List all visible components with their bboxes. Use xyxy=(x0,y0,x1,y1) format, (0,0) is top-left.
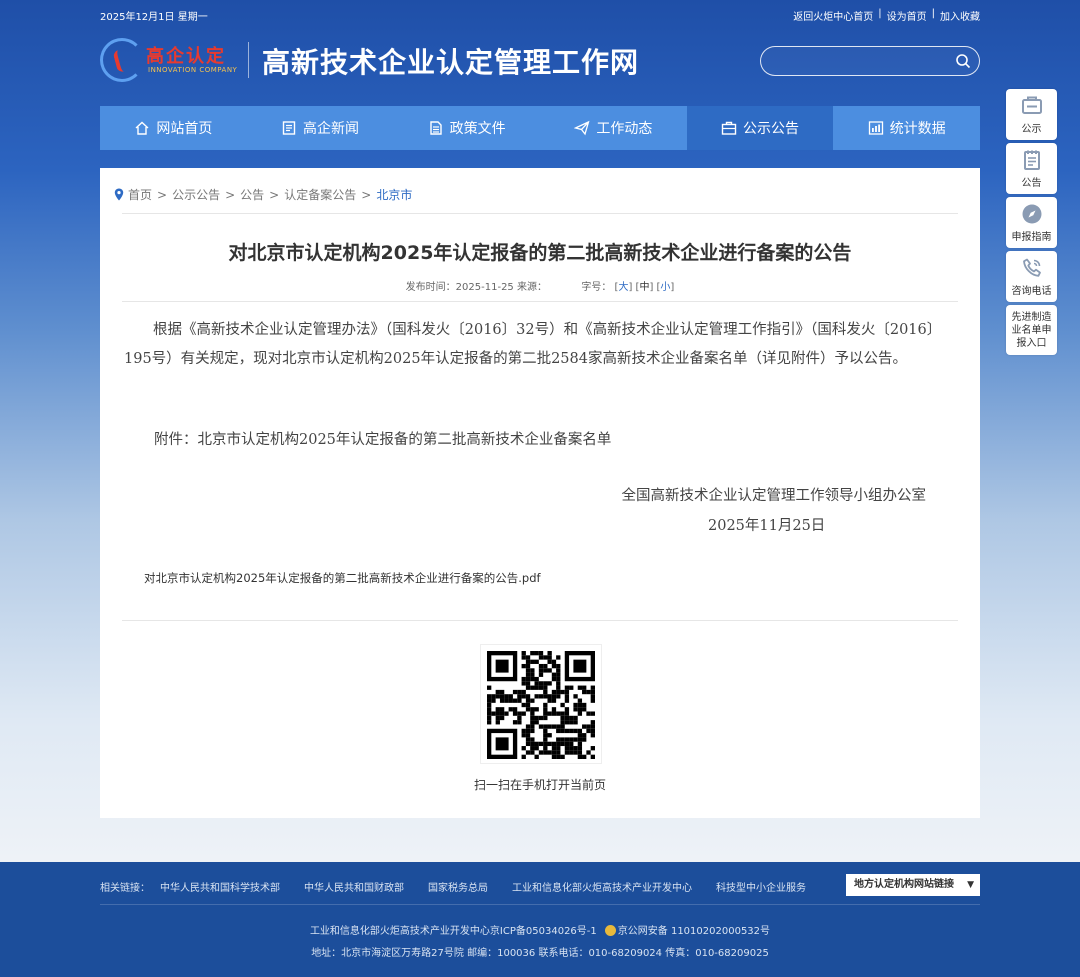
meta-date: 2025-11-25 xyxy=(455,282,514,293)
footer-link-tax[interactable]: 国家税务总局 xyxy=(428,879,488,894)
footer-links-label: 相关链接： xyxy=(100,883,150,894)
attachment-pdf-link[interactable]: 对北京市认定机构2025年认定报备的第二批高新技术企业进行备案的公告.pdf xyxy=(144,570,541,586)
side-btn-hotline-label: 咨询电话 xyxy=(1011,286,1052,297)
meta-date-label: 发布时间： xyxy=(405,282,456,293)
nav-home-label: 网站首页 xyxy=(156,121,213,137)
side-btn-hotline[interactable]: 咨询电话 xyxy=(1006,251,1057,302)
top-links: 返回火炬中心首页 | 设为首页 | 加入收藏 xyxy=(793,8,980,23)
logo-brand-cn: 高企认定 xyxy=(146,46,226,67)
breadcrumb-home[interactable]: 首页 xyxy=(128,186,152,203)
side-btn-publicity[interactable]: 公示 xyxy=(1006,89,1057,140)
side-btn-publicity-label: 公示 xyxy=(1021,124,1042,135)
qr-code-icon xyxy=(487,651,595,759)
nav-work-updates[interactable]: 工作动态 xyxy=(540,106,687,150)
site-logo[interactable]: 高企认定 INNOVATION COMPANY 高新技术企业认定管理工作网 xyxy=(100,38,660,84)
phone-icon xyxy=(1022,258,1041,277)
meta-size-label: 字号： xyxy=(581,282,612,293)
article-paragraph: 根据《高新技术企业认定管理办法》（国科发火〔2016〕32号）和《高新技术企业认… xyxy=(124,322,942,367)
icp-record[interactable]: 工业和信息化部火炬高技术产业开发中心京ICP备05034026号-1 xyxy=(310,926,597,937)
search-box xyxy=(760,46,980,76)
title-divider xyxy=(122,301,958,302)
breadcrumb-divider xyxy=(122,213,958,214)
article-meta: 发布时间：2025-11-25 来源： 字号： [大] [中] [小] xyxy=(405,282,675,293)
document-icon xyxy=(429,121,442,135)
article-body: 根据《高新技术企业认定管理办法》（国科发火〔2016〕32号）和《高新技术企业认… xyxy=(124,316,954,374)
local-agency-links-dropdown[interactable]: 地方认定机构网站链接 xyxy=(846,874,980,896)
article-attachment-line: 附件：北京市认定机构2025年认定报备的第二批高新技术企业备案名单 xyxy=(154,432,612,448)
site-name: 高新技术企业认定管理工作网 xyxy=(262,46,640,79)
chart-icon xyxy=(868,121,883,135)
qr-code xyxy=(480,644,602,764)
side-toolbar: 公示 公告 申报指南 咨询电话 先进制造业名单申报入口 xyxy=(1006,89,1057,358)
font-size-medium[interactable]: 中 xyxy=(639,282,649,293)
logo-divider xyxy=(248,42,249,78)
footer-links: 相关链接： 中华人民共和国科学技术部 中华人民共和国财政部 国家税务总局 工业和… xyxy=(100,879,830,894)
search-input[interactable] xyxy=(775,52,945,72)
news-icon xyxy=(282,121,296,135)
side-btn-notice[interactable]: 公告 xyxy=(1006,143,1057,194)
article-panel: 首页 > 公示公告 > 公告 > 认定备案公告 > 北京市 对北京市认定机构20… xyxy=(100,168,980,818)
footer-divider xyxy=(100,904,980,905)
nav-news[interactable]: 高企新闻 xyxy=(247,106,394,150)
footer-link-sme[interactable]: 科技型中小企业服务 xyxy=(716,879,806,894)
link-set-homepage[interactable]: 设为首页 xyxy=(887,8,927,23)
article-title: 对北京市认定机构2025年认定报备的第二批高新技术企业进行备案的公告 xyxy=(228,242,852,264)
top-bar: 2025年12月1日 星期一 返回火炬中心首页 | 设为首页 | 加入收藏 xyxy=(100,6,980,24)
signature-date: 2025年11月25日 xyxy=(708,518,826,534)
font-size-small[interactable]: 小 xyxy=(660,282,670,293)
side-btn-guide-label: 申报指南 xyxy=(1011,232,1052,243)
home-icon xyxy=(135,121,149,135)
police-record[interactable]: 京公网安备 11010202000532号 xyxy=(618,926,770,937)
police-badge-icon xyxy=(604,925,616,936)
side-btn-advanced-manufacturing-label: 先进制造业名单申报入口 xyxy=(1011,311,1052,349)
paper-plane-icon xyxy=(574,120,590,136)
nav-announcements[interactable]: 公示公告 xyxy=(686,106,834,150)
breadcrumb-announcements[interactable]: 公示公告 xyxy=(172,186,220,203)
footer-link-most[interactable]: 中华人民共和国科学技术部 xyxy=(160,879,280,894)
site-footer: 相关链接： 中华人民共和国科学技术部 中华人民共和国财政部 国家税务总局 工业和… xyxy=(0,862,1080,977)
nav-announcements-label: 公示公告 xyxy=(743,121,800,137)
meta-source-label: 来源： xyxy=(516,282,547,293)
nav-statistics-label: 统计数据 xyxy=(889,121,946,137)
qr-caption: 扫一扫在手机打开当前页 xyxy=(473,778,606,792)
nav-policy-label: 政策文件 xyxy=(449,121,506,137)
main-nav: 网站首页 高企新闻 政策文件 工作动态 公示公告 统计数据 xyxy=(100,106,980,150)
search-icon[interactable] xyxy=(955,53,971,69)
footer-address: 地址：北京市海淀区万寿路27号院 邮编：100036 联系电话：010-6820… xyxy=(311,948,769,959)
breadcrumb-beijing[interactable]: 北京市 xyxy=(376,186,412,203)
footer-icp: 工业和信息化部火炬高技术产业开发中心京ICP备05034026号-1 京公网安备 … xyxy=(0,922,1080,937)
breadcrumb-notices[interactable]: 公告 xyxy=(240,186,264,203)
nav-news-label: 高企新闻 xyxy=(303,121,359,137)
footer-link-mof[interactable]: 中华人民共和国财政部 xyxy=(304,879,404,894)
side-btn-advanced-manufacturing[interactable]: 先进制造业名单申报入口 xyxy=(1006,305,1057,355)
compass-icon xyxy=(1022,204,1041,224)
link-add-favorite[interactable]: 加入收藏 xyxy=(940,8,980,23)
logo-emblem-icon xyxy=(100,38,144,82)
current-date: 2025年12月1日 星期一 xyxy=(100,12,208,23)
side-btn-guide[interactable]: 申报指南 xyxy=(1006,197,1057,248)
nav-policy[interactable]: 政策文件 xyxy=(393,106,540,150)
nav-home[interactable]: 网站首页 xyxy=(100,106,247,150)
nav-work-updates-label: 工作动态 xyxy=(596,121,653,137)
briefcase-icon xyxy=(721,121,737,135)
font-size-large[interactable]: 大 xyxy=(618,282,628,293)
link-torch-center-home[interactable]: 返回火炬中心首页 xyxy=(793,8,873,23)
signature-organization: 全国高新技术企业认定管理工作领导小组办公室 xyxy=(621,488,927,504)
nav-statistics[interactable]: 统计数据 xyxy=(833,106,980,150)
footer-link-torch[interactable]: 工业和信息化部火炬高技术产业开发中心 xyxy=(512,879,692,894)
board-icon xyxy=(1021,96,1042,114)
notepad-icon xyxy=(1023,150,1040,170)
logo-brand-en: INNOVATION COMPANY xyxy=(148,66,238,74)
attachment-divider xyxy=(122,620,958,621)
breadcrumb-filing-notices[interactable]: 认定备案公告 xyxy=(284,186,356,203)
breadcrumb: 首页 > 公示公告 > 公告 > 认定备案公告 > 北京市 xyxy=(114,186,412,203)
location-pin-icon xyxy=(114,188,124,201)
side-btn-notice-label: 公告 xyxy=(1021,178,1042,189)
